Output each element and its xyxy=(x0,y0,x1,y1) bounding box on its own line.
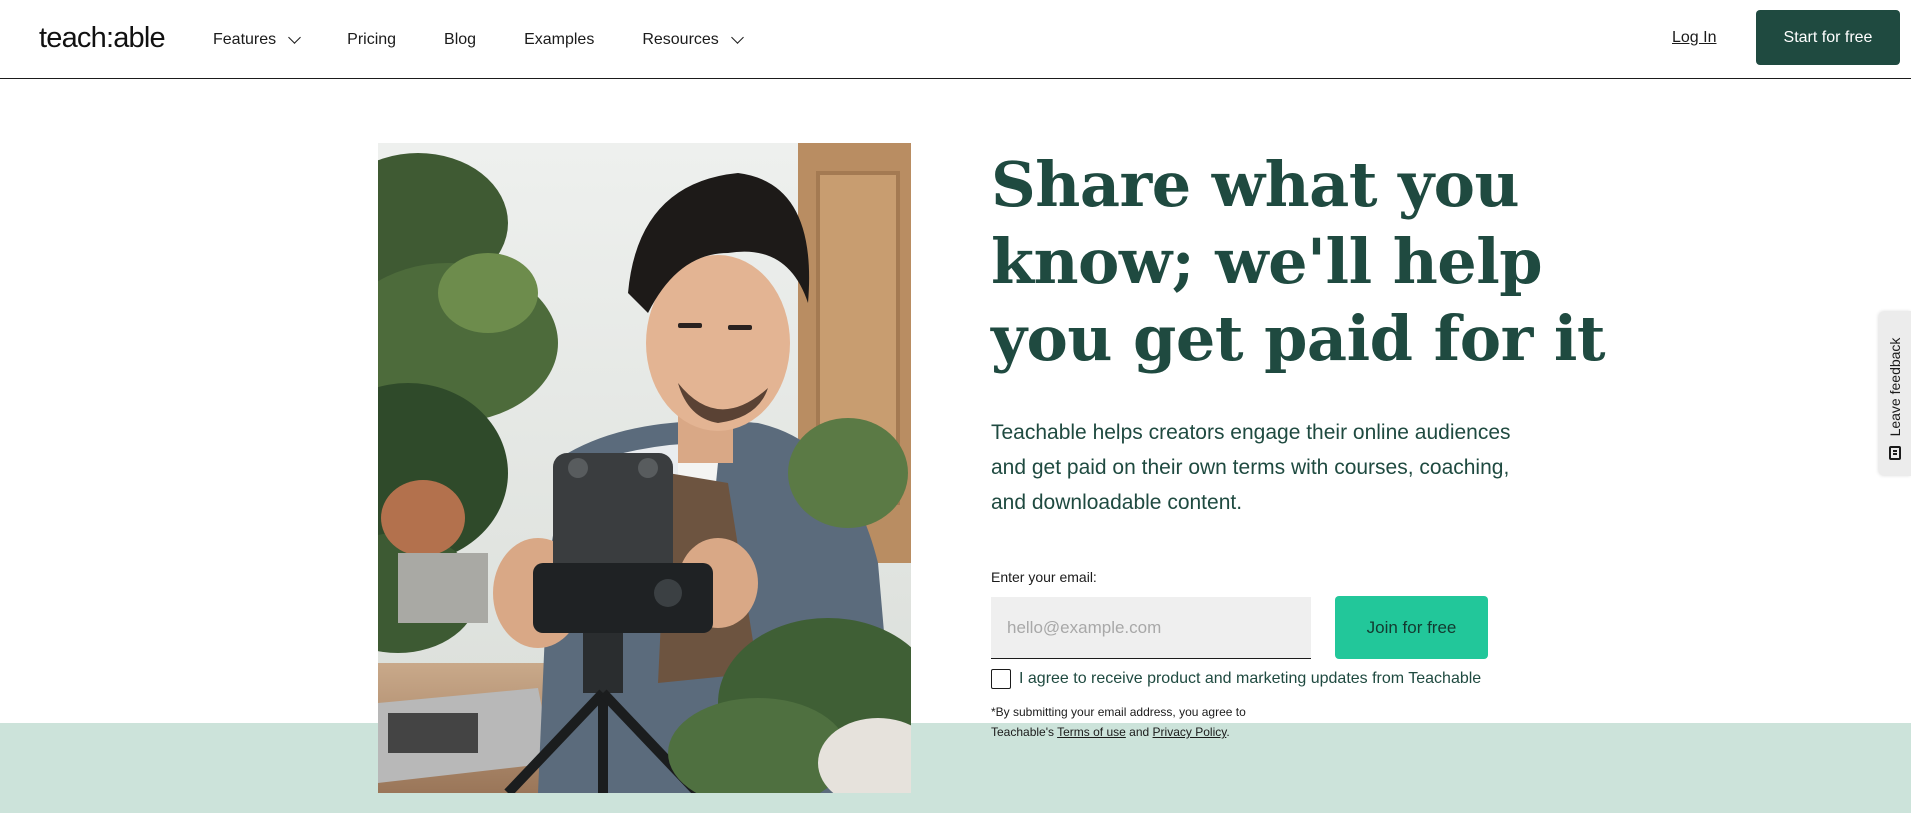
hero-headline: Share what you know; we'll help you get … xyxy=(991,146,1606,377)
join-for-free-button[interactable]: Join for free xyxy=(1335,596,1488,659)
teachable-logo[interactable]: teach:able xyxy=(39,22,166,55)
mint-background-band xyxy=(0,723,1911,813)
chevron-down-icon xyxy=(730,31,744,44)
page: teach:able Features Pricing Blog Example… xyxy=(0,0,1911,813)
terms-of-use-link[interactable]: Terms of use xyxy=(1057,725,1126,739)
privacy-policy-link[interactable]: Privacy Policy xyxy=(1153,725,1227,739)
marketing-consent-label: I agree to receive product and marketing… xyxy=(1019,670,1482,687)
nav-examples-label: Examples xyxy=(524,31,595,48)
marketing-consent-checkbox[interactable] xyxy=(991,669,1011,689)
hero-photo xyxy=(378,143,911,793)
legal-suffix: . xyxy=(1226,725,1230,739)
nav-examples[interactable]: Examples xyxy=(524,31,594,49)
nav-pricing[interactable]: Pricing xyxy=(347,31,396,49)
nav-blog[interactable]: Blog xyxy=(444,31,476,49)
feedback-icon xyxy=(1889,446,1901,460)
nav-blog-label: Blog xyxy=(444,31,477,48)
main-nav: Features Pricing Blog Examples Resources xyxy=(213,31,790,49)
nav-features[interactable]: Features xyxy=(213,31,302,49)
chevron-down-icon xyxy=(288,31,302,44)
start-for-free-button[interactable]: Start for free xyxy=(1756,10,1900,65)
headline-line-3: you get paid for it xyxy=(991,302,1606,375)
site-header: teach:able Features Pricing Blog Example… xyxy=(0,0,1911,79)
marketing-consent: I agree to receive product and marketing… xyxy=(991,669,1481,689)
leave-feedback-tab[interactable]: Leave feedback xyxy=(1879,311,1911,476)
email-input[interactable] xyxy=(991,597,1311,659)
nav-resources-label: Resources xyxy=(642,31,719,48)
headline-line-1: Share what you xyxy=(991,148,1520,221)
legal-disclaimer: *By submitting your email address, you a… xyxy=(991,702,1291,742)
nav-resources[interactable]: Resources xyxy=(642,31,744,49)
legal-and: and xyxy=(1129,725,1150,739)
headline-line-2: know; we'll help xyxy=(991,225,1543,298)
hero-subcopy: Teachable helps creators engage their on… xyxy=(991,421,1511,514)
email-label: Enter your email: xyxy=(991,569,1097,585)
leave-feedback-label: Leave feedback xyxy=(1887,337,1903,437)
login-link[interactable]: Log In xyxy=(1672,29,1716,47)
nav-features-label: Features xyxy=(213,31,277,48)
nav-pricing-label: Pricing xyxy=(347,31,397,48)
hero-photo-illustration xyxy=(378,143,911,793)
